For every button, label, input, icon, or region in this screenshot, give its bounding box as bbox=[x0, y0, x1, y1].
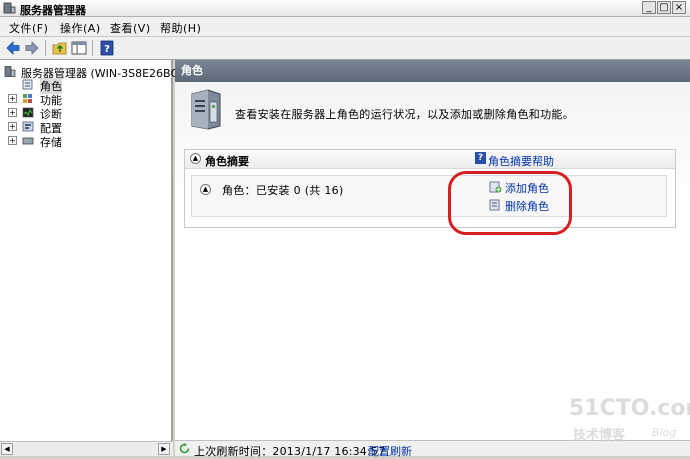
expand-icon[interactable]: + bbox=[8, 122, 17, 131]
configure-refresh-link[interactable]: 配置刷新 bbox=[368, 443, 412, 459]
help-icon[interactable]: ? bbox=[99, 40, 115, 56]
roles-icon bbox=[22, 79, 33, 90]
roles-summary-header: ▲ 角色摘要 ? 角色摘要帮助 bbox=[185, 150, 675, 169]
collapse-icon[interactable]: ▲ bbox=[200, 184, 211, 195]
menu-help[interactable]: 帮助(H) bbox=[160, 20, 201, 36]
annotation-highlight bbox=[448, 171, 572, 235]
menu-bar: 文件(F) 操作(A) 查看(V) 帮助(H) bbox=[0, 17, 690, 37]
server-manager-icon bbox=[4, 66, 16, 77]
server-manager-app-icon bbox=[3, 2, 16, 14]
watermark-brand: 51CTO.com bbox=[569, 396, 690, 421]
toolbar-separator bbox=[92, 40, 93, 56]
restore-button[interactable]: □ bbox=[657, 1, 671, 14]
last-refresh-text: 上次刷新时间：2013/1/17 16:34:57 bbox=[194, 445, 386, 458]
tree-item-label: 存储 bbox=[40, 136, 62, 149]
refresh-icon bbox=[179, 443, 190, 454]
menu-file[interactable]: 文件(F) bbox=[9, 20, 48, 36]
watermark-tagline: 技术博客 bbox=[573, 428, 626, 443]
close-button[interactable]: × bbox=[672, 1, 686, 14]
tree-item-diagnostics[interactable]: + 诊断 bbox=[0, 106, 173, 121]
minimize-button[interactable]: _ bbox=[642, 1, 656, 14]
watermark-blog: Blog bbox=[652, 426, 677, 439]
back-arrow-icon[interactable] bbox=[5, 40, 21, 56]
up-folder-icon[interactable] bbox=[52, 40, 68, 56]
forward-arrow-icon[interactable] bbox=[24, 40, 40, 56]
configuration-icon bbox=[22, 121, 34, 132]
toolbar-separator bbox=[45, 40, 46, 56]
roles-summary-help-link[interactable]: 角色摘要帮助 bbox=[488, 153, 554, 169]
tree-item-roles[interactable]: 角色 bbox=[0, 78, 173, 94]
tree-item-configuration[interactable]: + 配置 bbox=[0, 120, 173, 135]
tree-item-features[interactable]: + 功能 bbox=[0, 92, 173, 107]
tree-horizontal-scrollbar[interactable]: ◀ ▶ bbox=[0, 441, 173, 456]
intro-text: 查看安装在服务器上角色的运行状况，以及添加或删除角色和功能。 bbox=[235, 108, 574, 121]
menu-view[interactable]: 查看(V) bbox=[110, 20, 151, 36]
section-title: 角色摘要 bbox=[205, 155, 249, 168]
roles-installed-count: 角色：已安装 0 (共 16) bbox=[222, 184, 344, 197]
roles-server-icon bbox=[191, 89, 221, 130]
details-pane: 角色 查看安装在服务器上角色的运行状况，以及添加或删除角色和功能。 ▲ 角色摘要… bbox=[175, 60, 690, 440]
scroll-left-icon[interactable]: ◀ bbox=[1, 443, 13, 455]
diagnostics-icon bbox=[22, 107, 34, 118]
tree-item-storage[interactable]: + 存储 bbox=[0, 134, 173, 149]
expand-icon[interactable]: + bbox=[8, 94, 17, 103]
console-tree: 服务器管理器 (WIN-3S8E26BQY3 角色 + 功能 + 诊断 + 配置 bbox=[0, 60, 193, 456]
roles-status-box: ▲ 角色：已安装 0 (共 16) 添加角色 删除角色 bbox=[191, 175, 667, 217]
pane-header: 角色 bbox=[175, 60, 690, 82]
menu-action[interactable]: 操作(A) bbox=[60, 20, 101, 36]
title-bar: 服务器管理器 _ □ × bbox=[0, 0, 690, 17]
help-book-icon: ? bbox=[475, 152, 486, 164]
roles-summary-section: ▲ 角色摘要 ? 角色摘要帮助 ▲ 角色：已安装 0 (共 16) 添加角色 删… bbox=[184, 149, 676, 228]
show-hide-tree-icon[interactable] bbox=[71, 40, 87, 56]
svg-text:?: ? bbox=[104, 44, 110, 55]
window-title: 服务器管理器 bbox=[20, 4, 86, 17]
toolbar: ? bbox=[0, 37, 690, 60]
scroll-right-icon[interactable]: ▶ bbox=[158, 443, 170, 455]
expand-icon[interactable]: + bbox=[8, 108, 17, 117]
collapse-icon[interactable]: ▲ bbox=[190, 153, 201, 164]
tree-root[interactable]: 服务器管理器 (WIN-3S8E26BQY3 bbox=[0, 65, 193, 80]
features-icon bbox=[23, 94, 32, 103]
expand-icon[interactable]: + bbox=[8, 136, 17, 145]
storage-icon bbox=[22, 137, 34, 145]
